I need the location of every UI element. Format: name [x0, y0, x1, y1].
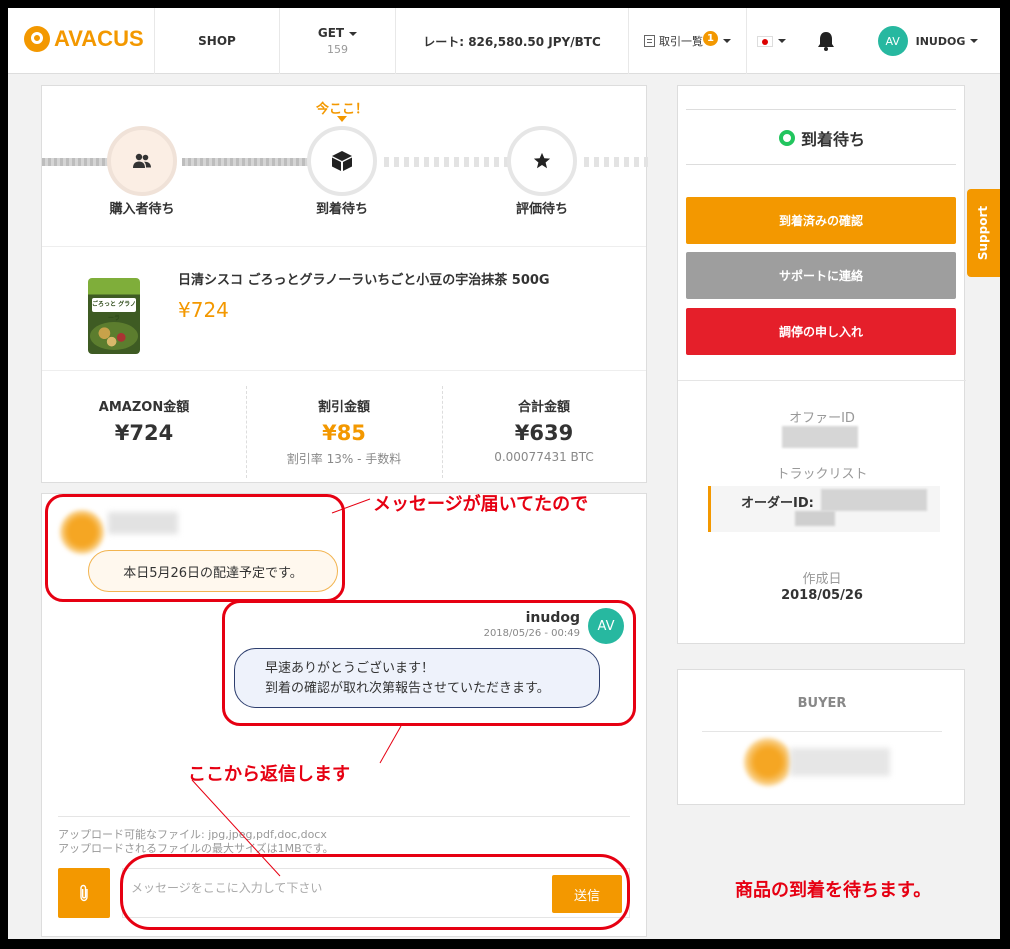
app-frame: AVACUS SHOP GET 159 レート: 826,580.50 JPY/…: [8, 8, 1000, 939]
annotation-text: メッセージが届いてたので: [373, 494, 589, 515]
annotation-lines: [191, 498, 402, 877]
annotation-text: ここから返信します: [188, 764, 350, 785]
annotation-text: 商品の到着を待ちます。: [735, 880, 932, 901]
